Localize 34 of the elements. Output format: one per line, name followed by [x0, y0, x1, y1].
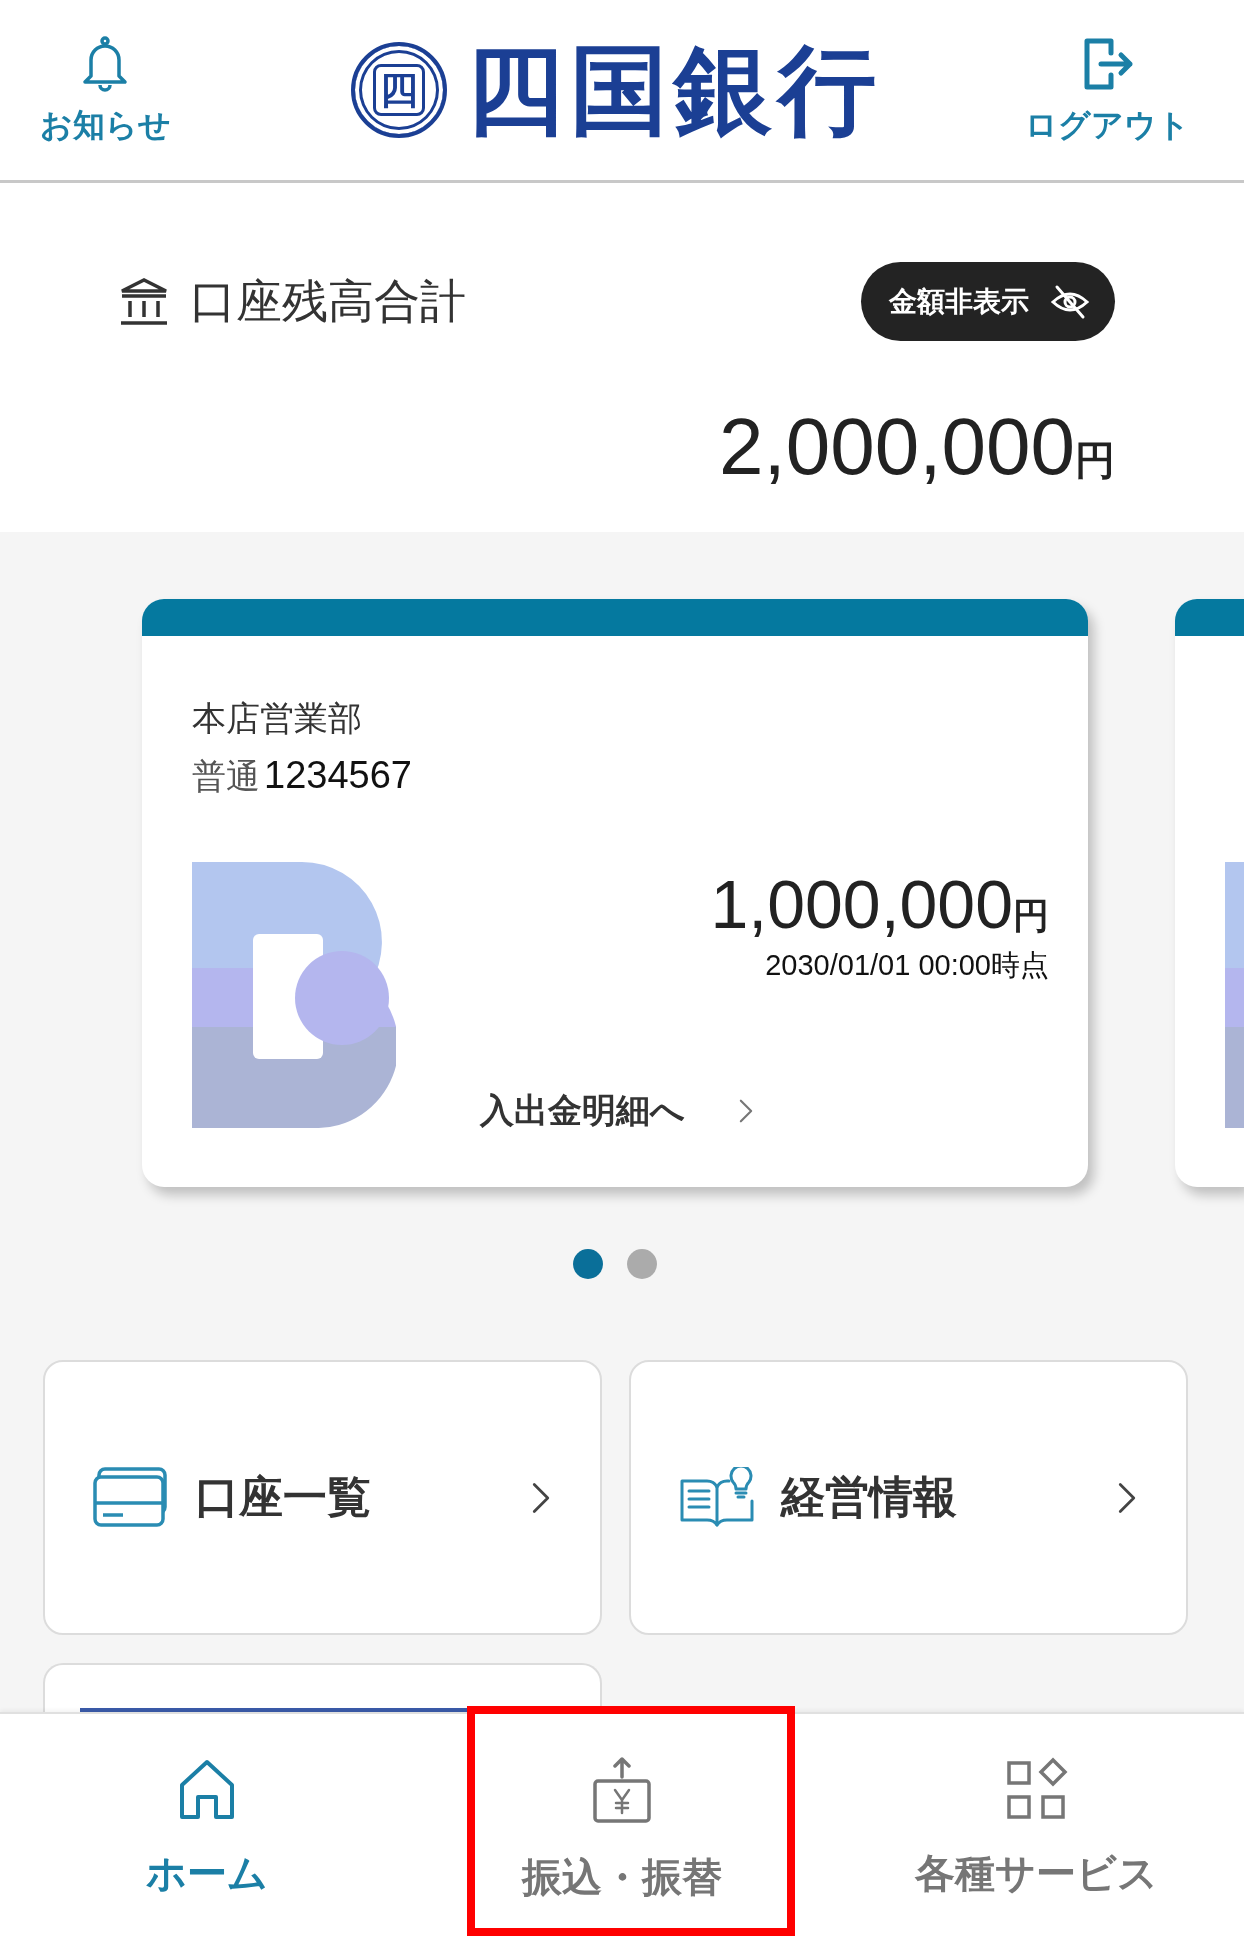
notice-button[interactable]: お知らせ: [39, 36, 171, 144]
chevron-right-icon: [532, 1480, 550, 1515]
bank-building-icon: [118, 275, 170, 328]
pager-dot[interactable]: [627, 1249, 657, 1279]
card-stack-icon: [93, 1466, 169, 1529]
hide-amount-button[interactable]: 金額非表示: [861, 262, 1115, 341]
account-balance: 1,000,000: [710, 870, 1013, 938]
as-of-time: 2030/01/01 00:00時点: [765, 950, 1049, 982]
nav-tab[interactable]: 各種サービス: [829, 1714, 1244, 1938]
total-amount: 2,000,000: [719, 407, 1075, 487]
logout-button[interactable]: ログアウト: [1024, 36, 1190, 144]
currency-unit: 円: [1075, 440, 1115, 480]
statement-link[interactable]: 入出金明細へ: [480, 1088, 753, 1134]
balance-title: 口座残高合計: [190, 272, 466, 330]
banner-tile[interactable]: [43, 1663, 602, 1712]
book-lightbulb-icon: [679, 1466, 755, 1529]
account-number: 1234567: [264, 755, 412, 796]
chevron-right-icon: [1118, 1480, 1136, 1515]
branch-name: 本店営業部: [192, 698, 362, 739]
yen-box-arrow-icon: [591, 1757, 653, 1825]
pager-dot[interactable]: [573, 1249, 603, 1279]
nav-tab[interactable]: 振込・振替: [414, 1714, 830, 1938]
menu-button[interactable]: 口座一覧: [43, 1360, 602, 1635]
account-type: 普通: [192, 756, 260, 797]
nav-tab[interactable]: ホーム: [0, 1714, 415, 1938]
bell-icon: [82, 36, 128, 92]
chevron-right-icon: [739, 1099, 753, 1123]
eye-off-icon: [1051, 283, 1089, 320]
menu-button[interactable]: 経営情報: [629, 1360, 1188, 1635]
bank-name: 四国銀行: [465, 41, 882, 139]
currency-unit: 円: [1013, 898, 1049, 934]
card-top-bar: [1175, 599, 1244, 636]
squares-diamond-icon: [1004, 1757, 1069, 1821]
emblem-character: 四: [372, 64, 425, 116]
